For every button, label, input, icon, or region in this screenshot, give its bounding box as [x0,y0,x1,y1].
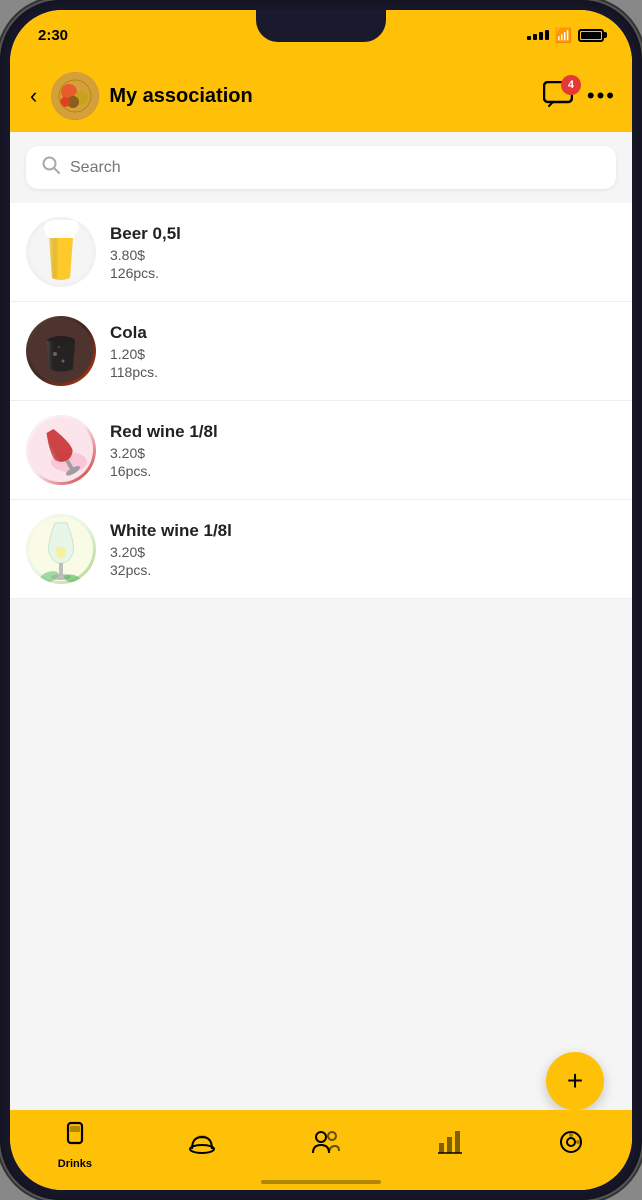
list-item[interactable]: Beer 0,5l 3.80$ 126pcs. [10,203,632,302]
wifi-icon: 📶 [555,27,572,44]
item-image-beer [26,217,96,287]
food-icon [188,1129,216,1162]
item-stock: 32pcs. [110,562,616,578]
search-container [10,132,632,203]
nav-item-food[interactable] [176,1125,228,1166]
header: ‹ My association [10,60,632,132]
item-name: Cola [110,323,616,343]
nav-item-drinks[interactable]: Drinks [46,1117,104,1174]
item-price: 3.20$ [110,445,616,461]
item-stock: 126pcs. [110,265,616,281]
item-info: Beer 0,5l 3.80$ 126pcs. [110,224,616,281]
stats-icon [437,1129,463,1162]
items-list: Beer 0,5l 3.80$ 126pcs. [10,203,632,599]
nav-item-settings[interactable] [546,1125,596,1166]
item-stock: 118pcs. [110,364,616,380]
notch [256,10,386,42]
nav-item-members[interactable] [299,1125,353,1166]
item-image-cola [26,316,96,386]
list-item[interactable]: Red wine 1/8l 3.20$ 16pcs. [10,401,632,500]
avatar-image [51,72,99,120]
status-icons: 📶 [527,27,604,44]
content-area: Beer 0,5l 3.80$ 126pcs. [10,132,632,1110]
notification-badge: 4 [561,75,581,95]
item-image-whitewine [26,514,96,584]
item-price: 3.80$ [110,247,616,263]
search-input[interactable] [70,159,600,177]
header-actions: 4 ••• [543,81,616,112]
signal-icon [527,30,549,40]
item-info: Red wine 1/8l 3.20$ 16pcs. [110,422,616,479]
item-name: Beer 0,5l [110,224,616,244]
home-indicator [261,1180,381,1184]
avatar[interactable] [51,72,99,120]
status-bar: 2:30 📶 [10,10,632,60]
item-price: 1.20$ [110,346,616,362]
screen: 2:30 📶 ‹ [10,10,632,1190]
item-info: Cola 1.20$ 118pcs. [110,323,616,380]
back-button[interactable]: ‹ [26,79,41,113]
item-stock: 16pcs. [110,463,616,479]
item-name: Red wine 1/8l [110,422,616,442]
notification-button[interactable]: 4 [543,81,573,112]
more-button[interactable]: ••• [587,83,616,109]
page-title: My association [109,85,533,108]
list-item[interactable]: Cola 1.20$ 118pcs. [10,302,632,401]
add-item-button[interactable]: + [546,1052,604,1110]
nav-item-stats[interactable] [425,1125,475,1166]
bottom-navigation: Drinks [10,1110,632,1190]
members-icon [311,1129,341,1162]
phone-frame: 2:30 📶 ‹ [0,0,642,1200]
settings-icon [558,1129,584,1162]
item-price: 3.20$ [110,544,616,560]
battery-icon [578,29,604,42]
status-time: 2:30 [38,27,68,44]
item-info: White wine 1/8l 3.20$ 32pcs. [110,521,616,578]
search-icon [42,156,60,179]
nav-label-drinks: Drinks [58,1158,92,1170]
empty-area [10,599,632,819]
item-image-redwine [26,415,96,485]
search-box [26,146,616,189]
drinks-icon [62,1121,88,1154]
list-item[interactable]: White wine 1/8l 3.20$ 32pcs. [10,500,632,599]
item-name: White wine 1/8l [110,521,616,541]
